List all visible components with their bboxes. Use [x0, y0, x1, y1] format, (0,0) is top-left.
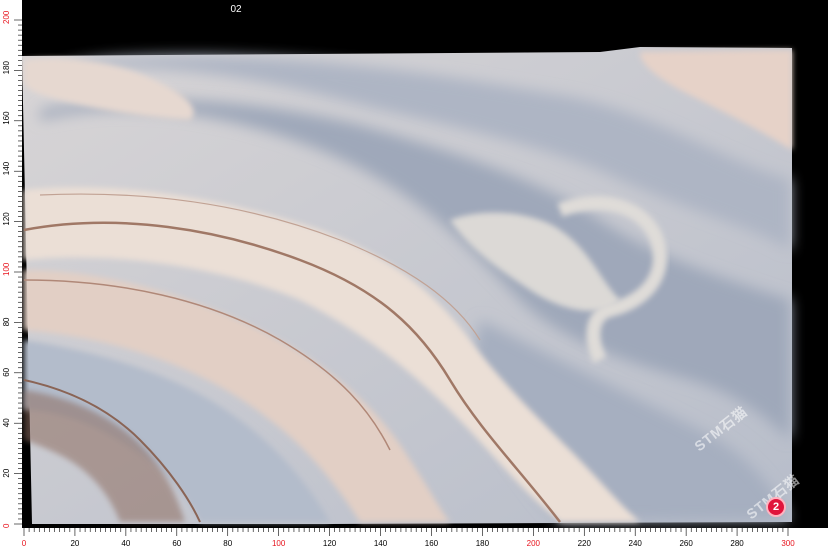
x-tick-label: 180	[476, 539, 490, 548]
x-tick-label: 140	[374, 539, 388, 548]
y-tick-label: 80	[2, 317, 11, 326]
x-tick-label: 100	[272, 539, 286, 548]
x-tick-label: 40	[121, 539, 130, 548]
x-tick-label: 60	[172, 539, 181, 548]
y-tick-label: 100	[2, 262, 11, 276]
image-label: 02	[230, 4, 242, 15]
x-tick-label: 80	[223, 539, 232, 548]
x-tick-label: 300	[781, 539, 795, 548]
y-tick-label: 20	[2, 468, 11, 477]
marble-slab-image	[22, 47, 792, 524]
y-tick-label: 140	[2, 161, 11, 175]
horizontal-ruler: 0 20 40 60 80 100 120 140 160 180 200 220 240 260 280 3…	[0, 528, 828, 550]
x-tick-label: 260	[679, 539, 693, 548]
slab-photo: 02 200 180 160 140 120 100 80 60 40 20 0 0 20 40 60 80…	[0, 0, 828, 550]
photo-number-badge: 2	[766, 497, 786, 517]
y-tick-label: 120	[2, 212, 11, 226]
x-tick-label: 120	[323, 539, 337, 548]
y-tick-label: 200	[2, 10, 11, 24]
x-tick-label: 20	[70, 539, 79, 548]
x-tick-label: 220	[578, 539, 592, 548]
y-tick-label: 40	[2, 418, 11, 427]
x-tick-label: 280	[730, 539, 744, 548]
x-tick-label: 240	[629, 539, 643, 548]
y-tick-label: 160	[2, 111, 11, 125]
y-tick-label: 60	[2, 367, 11, 376]
x-tick-label: 200	[527, 539, 541, 548]
x-tick-label: 160	[425, 539, 439, 548]
vertical-ruler: 200180160140120100806040200	[0, 0, 22, 530]
x-tick-label: 0	[22, 539, 27, 548]
y-tick-label: 180	[2, 61, 11, 75]
